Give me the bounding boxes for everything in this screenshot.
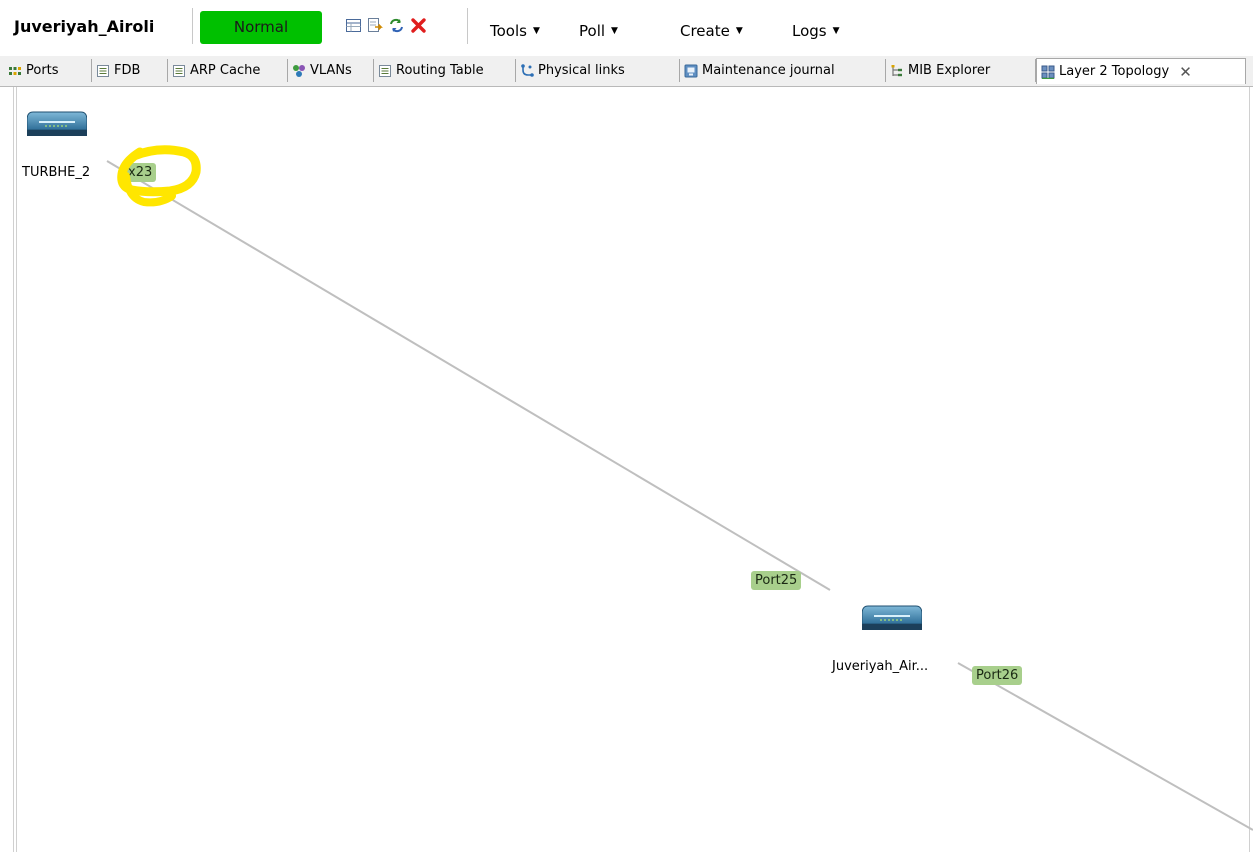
- switch-icon[interactable]: [26, 108, 88, 138]
- port-badge[interactable]: Port26: [972, 666, 1023, 685]
- switch-icon[interactable]: [861, 602, 923, 632]
- highlight-annotation: [117, 145, 201, 207]
- device-label: Juveriyah_Air...: [832, 659, 929, 674]
- link-turbhe-airoli[interactable]: [106, 160, 831, 591]
- device-label: TURBHE_2: [22, 165, 91, 180]
- link-airoli-next[interactable]: [957, 662, 1253, 831]
- topology-links: [106, 160, 1253, 831]
- port-badge[interactable]: Port25: [751, 571, 802, 590]
